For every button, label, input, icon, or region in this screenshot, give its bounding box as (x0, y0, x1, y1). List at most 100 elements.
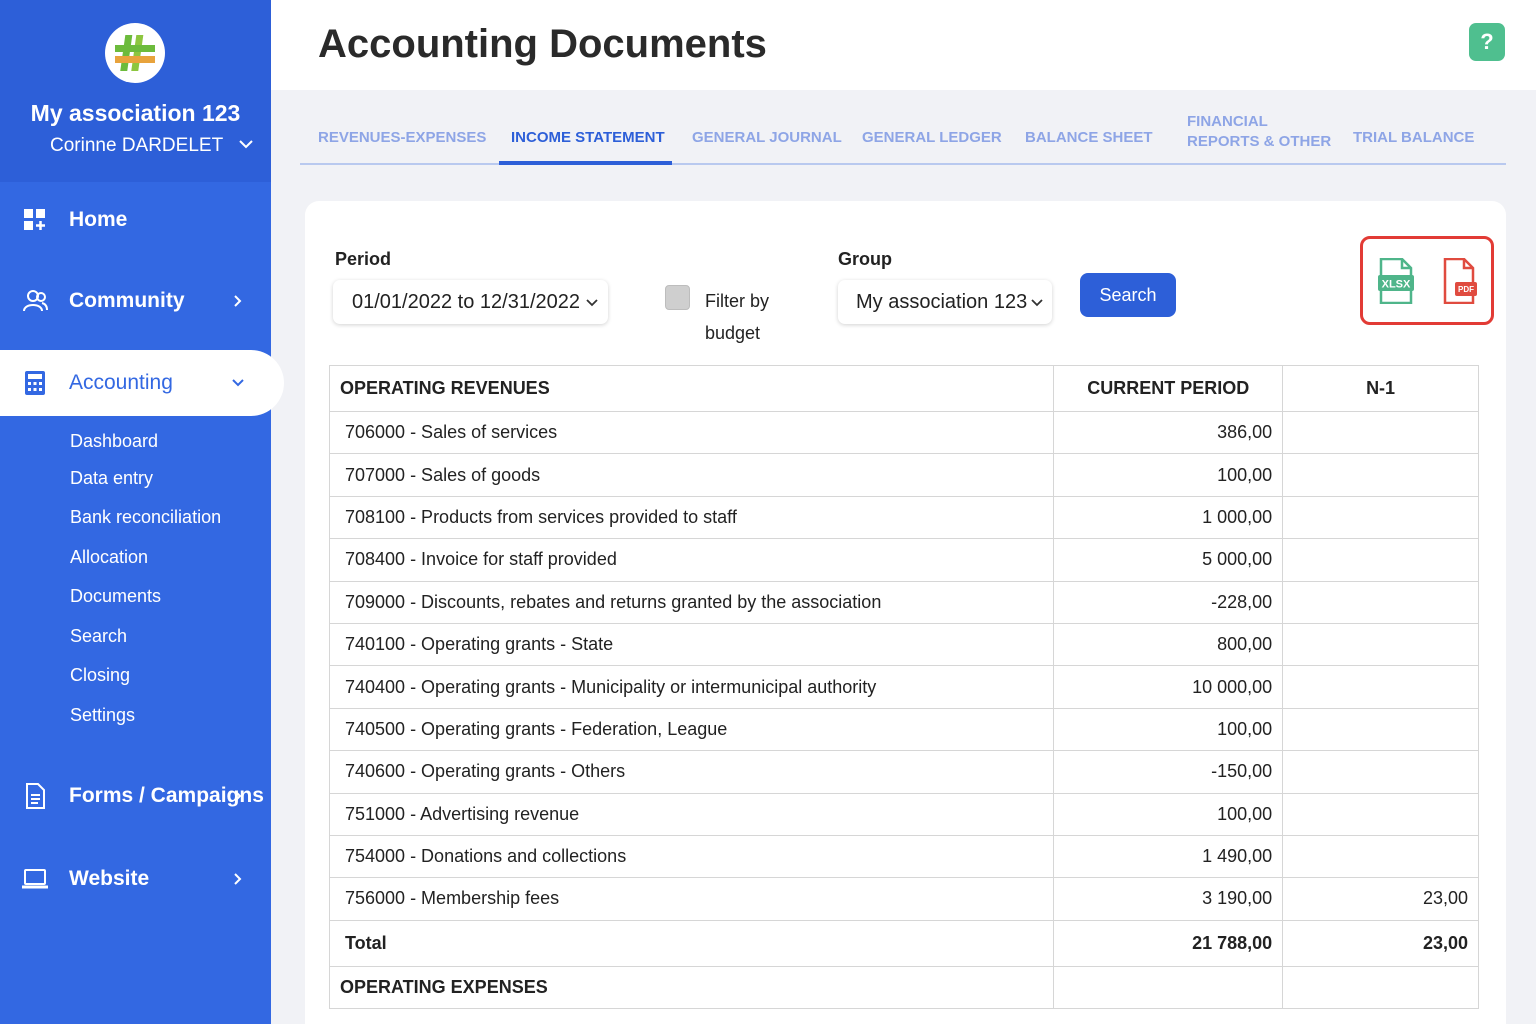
row-prev (1282, 453, 1479, 497)
sub-documents[interactable]: Documents (70, 586, 161, 607)
association-name: My association 123 (30, 100, 241, 126)
sub-data-entry[interactable]: Data entry (70, 468, 153, 489)
row-prev (1282, 750, 1479, 794)
search-button[interactable]: Search (1080, 273, 1176, 317)
column-header-current: CURRENT PERIOD (1053, 365, 1284, 412)
table-row: 754000 - Donations and collections 1 490,… (328, 834, 1479, 879)
sub-dashboard[interactable]: Dashboard (70, 431, 158, 452)
period-select[interactable]: 01/01/2022 to 12/31/2022 (333, 280, 608, 324)
row-label: 740500 - Operating grants - Federation, … (328, 707, 1055, 752)
association-logo[interactable] (105, 23, 165, 83)
sidebar: My association 123 Corinne DARDELET Home… (0, 0, 284, 1024)
filter-budget-label-line1: Filter by (705, 291, 770, 311)
table-row: 740400 - Operating grants - Municipality… (328, 665, 1479, 709)
nav-accounting[interactable]: Accounting (0, 350, 284, 416)
chevron-right-icon (228, 870, 246, 888)
tab-financial-reports-line2: REPORTS & OTHER (1187, 133, 1332, 150)
table-row: 708100 - Products from services provided… (328, 495, 1479, 540)
tab-trial-balance[interactable]: TRIAL BALANCE (1353, 129, 1474, 146)
pdf-file-icon[interactable]: PDF (1441, 257, 1479, 305)
row-current: 5 000,00 (1053, 538, 1284, 582)
tab-balance-sheet[interactable]: BALANCE SHEET (1025, 129, 1153, 146)
row-current: 1 490,00 (1053, 834, 1284, 879)
row-prev (1282, 538, 1479, 582)
chevron-down-icon (1029, 294, 1045, 310)
empty-cell (1282, 965, 1479, 1010)
row-prev (1282, 707, 1479, 752)
row-label: 707000 - Sales of goods (328, 453, 1055, 497)
row-prev (1282, 622, 1479, 667)
row-label: 751000 - Advertising revenue (328, 792, 1055, 836)
nav-website-label: Website (69, 867, 150, 890)
row-current: 100,00 (1053, 792, 1284, 836)
table-row: 709000 - Discounts, rebates and returns … (328, 580, 1479, 624)
filter-budget-label-line2: budget (705, 323, 761, 343)
chevron-down-icon (584, 294, 600, 310)
tab-general-journal[interactable]: GENERAL JOURNAL (692, 129, 842, 146)
row-prev (1282, 580, 1479, 624)
tab-financial-reports-line1: FINANCIAL (1187, 113, 1268, 130)
empty-cell (1053, 965, 1284, 1010)
calculator-icon (22, 370, 48, 396)
total-current: 21 788,00 (1053, 919, 1284, 967)
sub-search[interactable]: Search (70, 626, 127, 647)
filter-budget-checkbox[interactable] (665, 285, 690, 310)
table-row: 707000 - Sales of goods 100,00 (328, 453, 1479, 497)
dashboard-grid-icon (22, 207, 48, 233)
help-button[interactable]: ? (1469, 23, 1505, 61)
row-label: 754000 - Donations and collections (328, 834, 1055, 879)
sub-closing[interactable]: Closing (70, 665, 130, 686)
total-prev: 23,00 (1282, 919, 1479, 967)
chevron-down-icon (229, 374, 247, 392)
document-icon (22, 783, 48, 809)
section-header-expenses: OPERATING EXPENSES (328, 965, 1055, 1010)
row-prev (1282, 665, 1479, 709)
nav-accounting-label: Accounting (69, 371, 173, 394)
row-label: 740600 - Operating grants - Others (328, 750, 1055, 794)
sub-bank-reconciliation[interactable]: Bank reconciliation (70, 507, 221, 528)
nav-home[interactable]: Home (0, 187, 271, 253)
table-row: 706000 - Sales of services 386,00 (328, 410, 1479, 455)
table-header-row: OPERATING REVENUES CURRENT PERIOD N-1 (328, 365, 1479, 412)
table-row: 740100 - Operating grants - State 800,00 (328, 622, 1479, 667)
row-current: -228,00 (1053, 580, 1284, 624)
row-current: 1 000,00 (1053, 495, 1284, 540)
group-select[interactable]: My association 123 (838, 280, 1052, 324)
column-header-prev: N-1 (1282, 365, 1479, 412)
group-value: My association 123 (856, 291, 1028, 313)
period-label: Period (335, 249, 392, 269)
row-prev (1282, 495, 1479, 540)
sub-allocation[interactable]: Allocation (70, 547, 148, 568)
row-prev: 23,00 (1282, 877, 1479, 921)
income-statement-table: OPERATING REVENUES CURRENT PERIOD N-1 70… (328, 365, 1479, 1010)
nav-website[interactable]: Website (0, 846, 271, 912)
row-label: 740400 - Operating grants - Municipality… (328, 665, 1055, 709)
row-label: 740100 - Operating grants - State (328, 622, 1055, 667)
user-name[interactable]: Corinne DARDELET (50, 135, 223, 157)
tab-income-statement[interactable]: INCOME STATEMENT (511, 129, 665, 146)
tab-financial-reports[interactable]: FINANCIAL REPORTS & OTHER (1187, 112, 1331, 152)
row-current: 800,00 (1053, 622, 1284, 667)
tab-revenues-expenses[interactable]: REVENUES-EXPENSES (318, 129, 486, 146)
table-row: 740600 - Operating grants - Others -150,0… (328, 750, 1479, 794)
nav-forms-campaigns[interactable]: Forms / Campaigns (0, 763, 271, 829)
tabs-divider (300, 163, 1506, 165)
chevron-right-icon (228, 787, 246, 805)
row-label: 709000 - Discounts, rebates and returns … (328, 580, 1055, 624)
sub-settings[interactable]: Settings (70, 705, 135, 726)
nav-community-label: Community (69, 289, 185, 312)
total-label: Total (328, 919, 1055, 967)
chevron-down-icon[interactable] (236, 134, 256, 154)
xlsx-icon-text: XLSX (1382, 279, 1411, 291)
row-current: 10 000,00 (1053, 665, 1284, 709)
row-prev (1282, 410, 1479, 455)
nav-home-label: Home (69, 208, 128, 231)
chevron-right-icon (228, 292, 246, 310)
section-header-expenses-row: OPERATING EXPENSES (328, 965, 1479, 1010)
table-row: 740500 - Operating grants - Federation, … (328, 707, 1479, 752)
active-tab-indicator (499, 161, 672, 165)
nav-community[interactable]: Community (0, 268, 271, 334)
table-row: 751000 - Advertising revenue 100,00 (328, 792, 1479, 836)
xlsx-file-icon[interactable]: XLSX (1377, 257, 1415, 305)
tab-general-ledger[interactable]: GENERAL LEDGER (862, 129, 1002, 146)
